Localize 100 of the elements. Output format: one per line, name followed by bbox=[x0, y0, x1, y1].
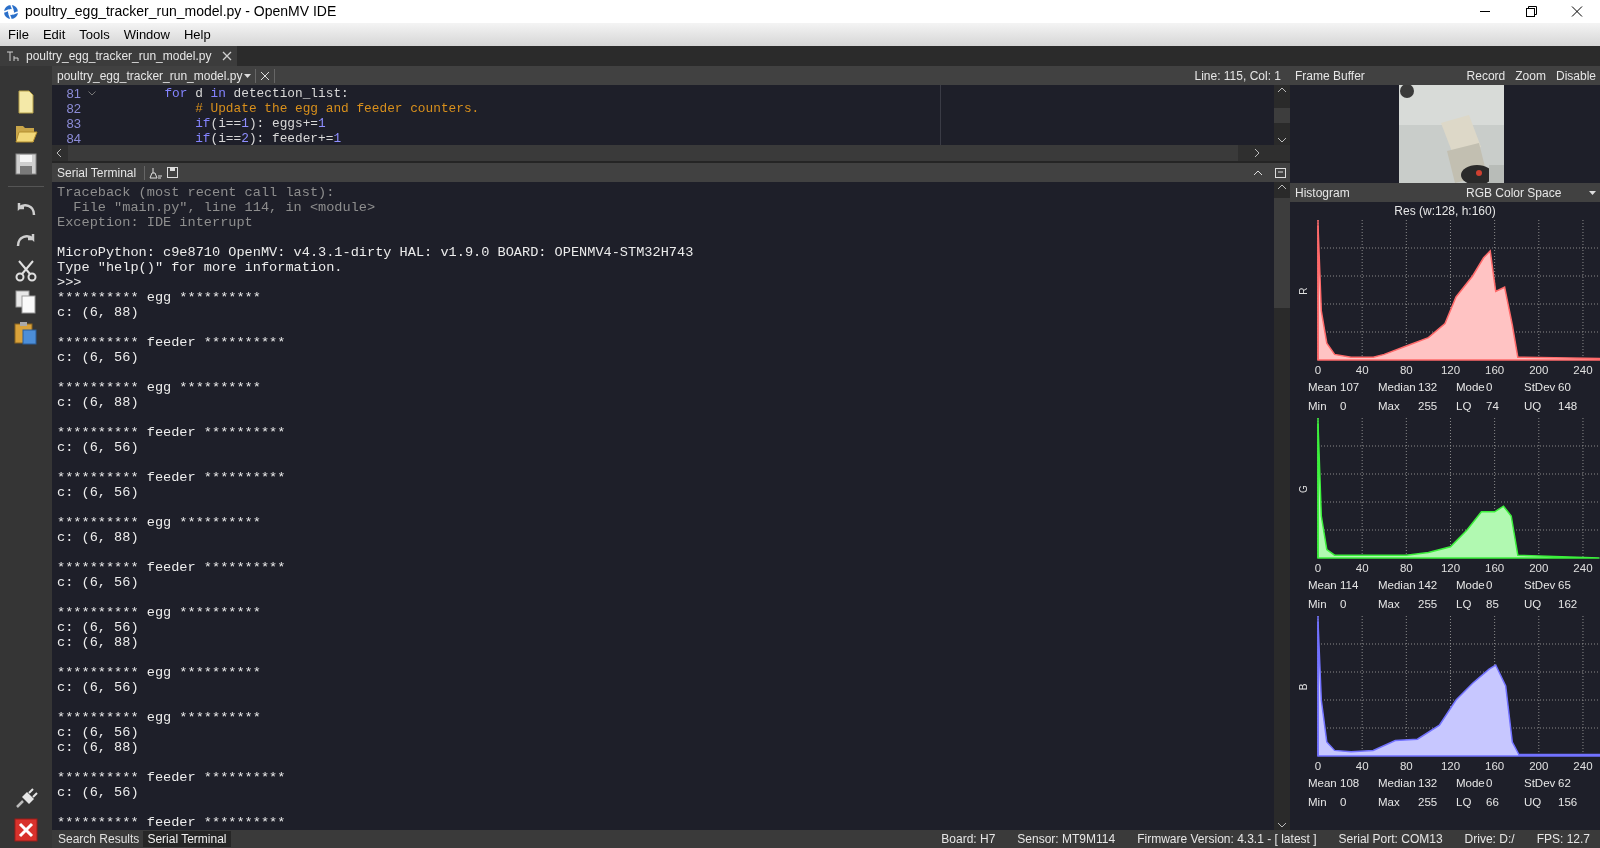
document-tab[interactable]: poultry_egg_tracker_run_model.py bbox=[0, 46, 238, 66]
stat-value: 74 bbox=[1486, 399, 1500, 414]
stat-label: UQ bbox=[1524, 597, 1543, 612]
stat-value: 65 bbox=[1558, 578, 1572, 593]
terminal-line: File "main.py", line 114, in <module> bbox=[72, 200, 376, 215]
scroll-down-icon[interactable] bbox=[1277, 822, 1287, 828]
stat-value: 114 bbox=[1340, 578, 1360, 593]
stat-label: Min bbox=[1308, 399, 1328, 414]
stat-value: 132 bbox=[1418, 380, 1439, 395]
stat-label: UQ bbox=[1524, 399, 1543, 414]
terminal-line: c: (6, 88) bbox=[57, 305, 139, 320]
stat-label: Mode bbox=[1456, 776, 1486, 791]
stat-label: UQ bbox=[1524, 795, 1543, 810]
status-text: FPS: 12.7 bbox=[1536, 831, 1590, 848]
stat-label: Mean bbox=[1308, 776, 1338, 791]
scissors-icon[interactable] bbox=[14, 259, 38, 283]
scrollbar-thumb[interactable] bbox=[1274, 107, 1290, 123]
cursor-position: Line: 115, Col: 1 bbox=[1194, 67, 1281, 85]
axis-label: R bbox=[1298, 287, 1309, 295]
terminal-line: c: (6, 88) bbox=[57, 635, 139, 650]
terminal-line: MicroPython: c9e8710 OpenMV: v4.3.1-dirty HAL: v1.9.0 BOARD: OPENMV4-STM32H743 bbox=[57, 245, 694, 260]
stat-value: 0 bbox=[1486, 578, 1494, 593]
stat-value: 0 bbox=[1486, 776, 1494, 791]
fold-icon[interactable] bbox=[88, 91, 96, 96]
window-title: poultry_egg_tracker_run_model.py - OpenMV IDE bbox=[25, 2, 337, 21]
axis-tick-label: 0 bbox=[1314, 760, 1322, 772]
terminal-line: ********** egg ********** bbox=[57, 605, 261, 620]
axis-tick-label: 40 bbox=[1355, 364, 1369, 376]
axis-tick-label: 240 bbox=[1573, 760, 1593, 772]
terminal-line: ********** feeder ********** bbox=[57, 560, 286, 575]
resolution-label: Res (w:128, h:160) bbox=[1394, 203, 1496, 220]
stat-value: 0 bbox=[1340, 795, 1348, 810]
close-icon[interactable] bbox=[221, 50, 234, 62]
scroll-down-icon[interactable] bbox=[1277, 137, 1287, 143]
status-text: Board: H7 bbox=[941, 831, 996, 848]
stat-value: 0 bbox=[1486, 380, 1494, 395]
float-icon[interactable] bbox=[1275, 167, 1286, 178]
panel-title: Frame Buffer bbox=[1295, 67, 1365, 85]
scroll-right-icon[interactable] bbox=[1254, 148, 1260, 158]
axis-tick-label: 240 bbox=[1573, 562, 1593, 574]
clear-icon[interactable] bbox=[149, 166, 163, 179]
stat-value: 108 bbox=[1340, 776, 1361, 791]
stat-label: StDev bbox=[1524, 578, 1557, 593]
stat-value: 142 bbox=[1418, 578, 1439, 593]
status-text: Serial Port: COM13 bbox=[1338, 831, 1443, 848]
stat-label: Mean bbox=[1308, 380, 1338, 395]
stat-label: LQ bbox=[1456, 597, 1473, 612]
axis-tick-label: 160 bbox=[1485, 562, 1505, 574]
scroll-up-icon[interactable] bbox=[1277, 184, 1287, 190]
copy-icon[interactable] bbox=[15, 290, 37, 314]
caret-icon bbox=[244, 73, 251, 78]
axis-tick-label: 0 bbox=[1314, 364, 1322, 376]
terminal-line: Traceback (most recent call last): bbox=[57, 185, 335, 200]
stat-label: StDev bbox=[1524, 380, 1557, 395]
file-selector[interactable]: poultry_egg_tracker_run_model.py bbox=[52, 66, 255, 85]
terminal-line: c: (6, 56) bbox=[57, 485, 139, 500]
bottom-tab[interactable]: Search Results bbox=[54, 831, 144, 847]
paste-icon[interactable] bbox=[14, 321, 38, 345]
toolbar-link[interactable]: Record bbox=[1466, 66, 1506, 85]
horizontal-scrollbar-thumb[interactable] bbox=[68, 145, 1238, 161]
axis-tick-label: 0 bbox=[1314, 562, 1322, 574]
terminal-line: ********** egg ********** bbox=[57, 710, 261, 725]
axis-label: B bbox=[1298, 683, 1309, 691]
stat-value: 85 bbox=[1486, 597, 1500, 612]
code-line: if(i==2): feeder+=1 bbox=[194, 130, 342, 145]
menu-item[interactable]: Help bbox=[176, 22, 218, 47]
toolbar-link[interactable]: Zoom bbox=[1515, 66, 1546, 85]
code-line: if(i==1): eggs+=1 bbox=[194, 115, 326, 133]
color-space-dropdown[interactable]: RGB Color Space bbox=[1466, 183, 1596, 202]
axis-tick-label: 240 bbox=[1573, 364, 1593, 376]
status-text: Drive: D:/ bbox=[1464, 831, 1515, 848]
toolbar-link[interactable]: Disable bbox=[1555, 66, 1596, 85]
bottom-tab[interactable]: Serial Terminal bbox=[143, 831, 231, 847]
terminal-line: >>> bbox=[57, 275, 82, 290]
terminal-line: ********** feeder ********** bbox=[57, 470, 286, 485]
close-icon[interactable] bbox=[260, 70, 270, 81]
axis-tick-label: 80 bbox=[1399, 364, 1413, 376]
menu-item[interactable]: File bbox=[1, 22, 36, 47]
menu-item[interactable]: Window bbox=[116, 22, 177, 47]
stat-label: Min bbox=[1308, 795, 1328, 810]
scrollbar-thumb[interactable] bbox=[1274, 198, 1290, 308]
terminal-line: c: (6, 88) bbox=[57, 395, 139, 410]
stat-label: Max bbox=[1378, 597, 1401, 612]
stat-label: StDev bbox=[1524, 776, 1557, 791]
plug-icon[interactable] bbox=[14, 788, 38, 810]
menu-item[interactable]: Edit bbox=[35, 22, 73, 47]
terminal-line: ********** feeder ********** bbox=[57, 335, 286, 350]
collapse-icon[interactable] bbox=[1253, 169, 1263, 176]
new-file-icon[interactable] bbox=[15, 90, 37, 114]
scroll-left-icon[interactable] bbox=[56, 148, 62, 158]
stat-value: 132 bbox=[1418, 776, 1439, 791]
menu-item[interactable]: Tools bbox=[72, 22, 117, 47]
stat-value: 62 bbox=[1558, 776, 1572, 791]
scroll-up-icon[interactable] bbox=[1277, 87, 1287, 93]
terminal-line: ********** egg ********** bbox=[57, 515, 261, 530]
stat-label: LQ bbox=[1456, 795, 1473, 810]
stop-icon[interactable] bbox=[14, 818, 38, 842]
save-icon[interactable] bbox=[15, 152, 37, 176]
terminal-line: c: (6, 56) bbox=[57, 575, 139, 590]
terminal-line: ********** feeder ********** bbox=[57, 425, 286, 440]
